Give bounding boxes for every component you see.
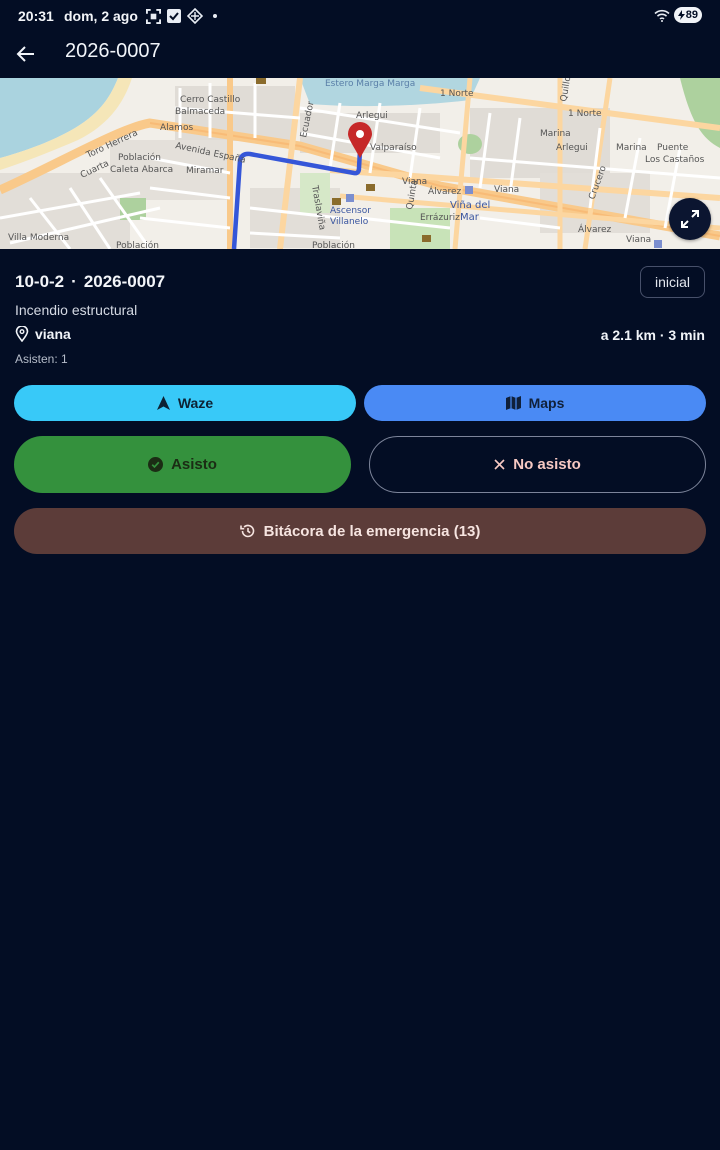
maps-label: Maps <box>528 395 565 411</box>
map-label: Álvarez <box>428 185 462 197</box>
map-icon <box>505 396 521 410</box>
attend-button[interactable]: Asisto <box>14 436 351 493</box>
map-tiles: Cerro Castillo Alamos Balmaceda Avenida … <box>0 78 720 249</box>
emergency-log-button[interactable]: Bitácora de la emergencia (13) <box>14 508 706 554</box>
map-label: Marina <box>616 143 647 153</box>
map-label: Viana <box>626 235 651 245</box>
battery-charging-icon <box>677 10 685 20</box>
incident-location: viana <box>15 326 71 342</box>
not-attend-button[interactable]: No asisto <box>369 436 706 493</box>
emergency-log-label: Bitácora de la emergencia (13) <box>263 522 481 540</box>
map-label: Mar <box>460 212 480 223</box>
distance-eta: a 2.1 km · 3 min <box>600 327 705 343</box>
map-label: Valparaíso <box>370 143 417 153</box>
incident-type: Incendio estructural <box>15 302 138 318</box>
map-label: Marina <box>540 129 571 139</box>
attend-label: Asisto <box>171 456 217 473</box>
history-icon <box>239 524 254 538</box>
map-label: 1 Norte <box>568 109 602 119</box>
maps-button[interactable]: Maps <box>364 385 706 421</box>
map-label: Balmaceda <box>175 107 225 117</box>
state-chip[interactable]: inicial <box>639 266 705 298</box>
map-label: Población <box>118 152 161 163</box>
location-text: viana <box>35 326 71 342</box>
notification-dot <box>213 14 217 18</box>
map-label: Miramar <box>186 166 224 176</box>
check-circle-icon <box>148 457 164 472</box>
map-label: Arlegui <box>556 143 588 153</box>
screen: 20:31 dom, 2 ago 89 2026-0007 Cerro Cast… <box>0 0 720 1150</box>
map-label: Estero Marga Marga <box>325 79 415 89</box>
app-bar: 2026-0007 <box>0 34 720 78</box>
waze-button[interactable]: Waze <box>14 385 356 421</box>
battery-level: 89 <box>685 9 698 21</box>
status-date: dom, 2 ago <box>64 8 138 24</box>
waze-label: Waze <box>177 395 214 411</box>
arrow-left-icon <box>16 46 34 62</box>
status-bar: 20:31 dom, 2 ago 89 <box>0 0 720 34</box>
status-notification-icons <box>146 8 217 24</box>
incident-separator: · <box>71 272 77 291</box>
attendees-count: Asisten: 1 <box>15 352 68 366</box>
incident-header: 10-0-2 · 2026-0007 <box>15 272 165 292</box>
map-label: Errázuriz <box>420 213 460 223</box>
close-icon <box>494 459 505 470</box>
status-system-icons: 89 <box>654 7 702 23</box>
map-view[interactable]: Cerro Castillo Alamos Balmaceda Avenida … <box>0 78 720 249</box>
check-box-icon <box>167 9 181 23</box>
status-time: 20:31 <box>18 8 54 24</box>
map-label: Villanelo <box>330 217 369 227</box>
page-title: 2026-0007 <box>65 40 161 62</box>
location-pin-outline-icon <box>15 326 29 342</box>
map-label: Quillota <box>559 78 575 103</box>
map-label: Viña del <box>450 200 490 211</box>
incident-code: 10-0-2 <box>15 272 65 291</box>
screenshot-icon <box>146 8 161 24</box>
map-label: Ascensor <box>330 206 371 216</box>
map-label: Población <box>116 240 159 249</box>
expand-map-button[interactable] <box>669 198 711 240</box>
map-label: 1 Norte <box>440 89 474 99</box>
wifi-icon <box>654 9 670 22</box>
map-label: Villa Moderna <box>8 233 69 243</box>
back-button[interactable] <box>10 38 42 70</box>
incident-number: 2026-0007 <box>83 272 166 291</box>
map-label: Alamos <box>160 123 193 133</box>
map-label: Población <box>312 240 355 249</box>
map-label: Los Castaños <box>645 155 705 165</box>
map-label: Arlegui <box>356 111 388 121</box>
diamond-app-icon <box>187 8 203 24</box>
expand-icon <box>681 210 699 228</box>
battery-indicator: 89 <box>673 7 702 23</box>
map-label: Álvarez <box>578 223 612 235</box>
map-label: Viana <box>494 185 519 195</box>
map-label: Caleta Abarca <box>110 165 173 175</box>
map-label: Cerro Castillo <box>180 95 241 105</box>
map-label: Puente <box>657 143 689 153</box>
not-attend-label: No asisto <box>513 456 581 473</box>
navigation-arrow-icon <box>156 396 170 410</box>
